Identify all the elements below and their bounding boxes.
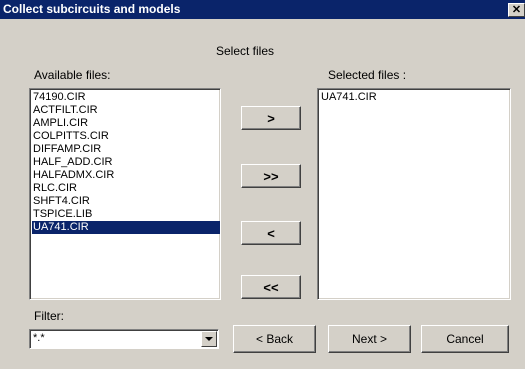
remove-all-button[interactable]: << xyxy=(241,275,301,299)
available-files-list[interactable]: 74190.CIR ACTFILT.CIR AMPLI.CIR COLPITTS.CI… xyxy=(29,88,221,300)
list-item[interactable]: UA741.CIR xyxy=(320,91,510,104)
title-bar[interactable]: Collect subcircuits and models ✕ xyxy=(0,0,525,19)
next-button[interactable]: Next > xyxy=(328,325,411,353)
selected-files-label: Selected files : xyxy=(328,68,407,82)
list-item[interactable]: 74190.CIR xyxy=(32,91,220,104)
window-title: Collect subcircuits and models xyxy=(3,2,181,16)
list-item[interactable]: RLC.CIR xyxy=(32,182,220,195)
filter-label: Filter: xyxy=(34,309,64,323)
list-item[interactable]: ACTFILT.CIR xyxy=(32,104,220,117)
list-item[interactable]: HALFADMX.CIR xyxy=(32,169,220,182)
select-files-heading: Select files xyxy=(216,44,275,58)
filter-value: *.* xyxy=(33,332,45,344)
list-item[interactable]: SHFT4.CIR xyxy=(32,195,220,208)
list-item[interactable]: COLPITTS.CIR xyxy=(32,130,220,143)
back-button[interactable]: < Back xyxy=(233,325,316,353)
list-item[interactable]: AMPLI.CIR xyxy=(32,117,220,130)
add-button[interactable]: > xyxy=(241,106,301,130)
list-item[interactable]: UA741.CIR xyxy=(32,221,220,234)
selected-files-list[interactable]: UA741.CIR xyxy=(317,88,511,300)
add-all-button[interactable]: >> xyxy=(241,164,301,188)
remove-button[interactable]: < xyxy=(241,221,301,245)
dialog-window: Collect subcircuits and models ✕ Select … xyxy=(0,0,525,369)
available-files-label: Available files: xyxy=(34,68,111,82)
list-item[interactable]: HALF_ADD.CIR xyxy=(32,156,220,169)
close-icon[interactable]: ✕ xyxy=(508,3,525,17)
filter-combobox[interactable]: *.* xyxy=(29,329,219,349)
list-item[interactable]: DIFFAMP.CIR xyxy=(32,143,220,156)
cancel-button[interactable]: Cancel xyxy=(421,325,509,353)
chevron-down-icon[interactable] xyxy=(201,331,217,347)
list-item[interactable]: TSPICE.LIB xyxy=(32,208,220,221)
